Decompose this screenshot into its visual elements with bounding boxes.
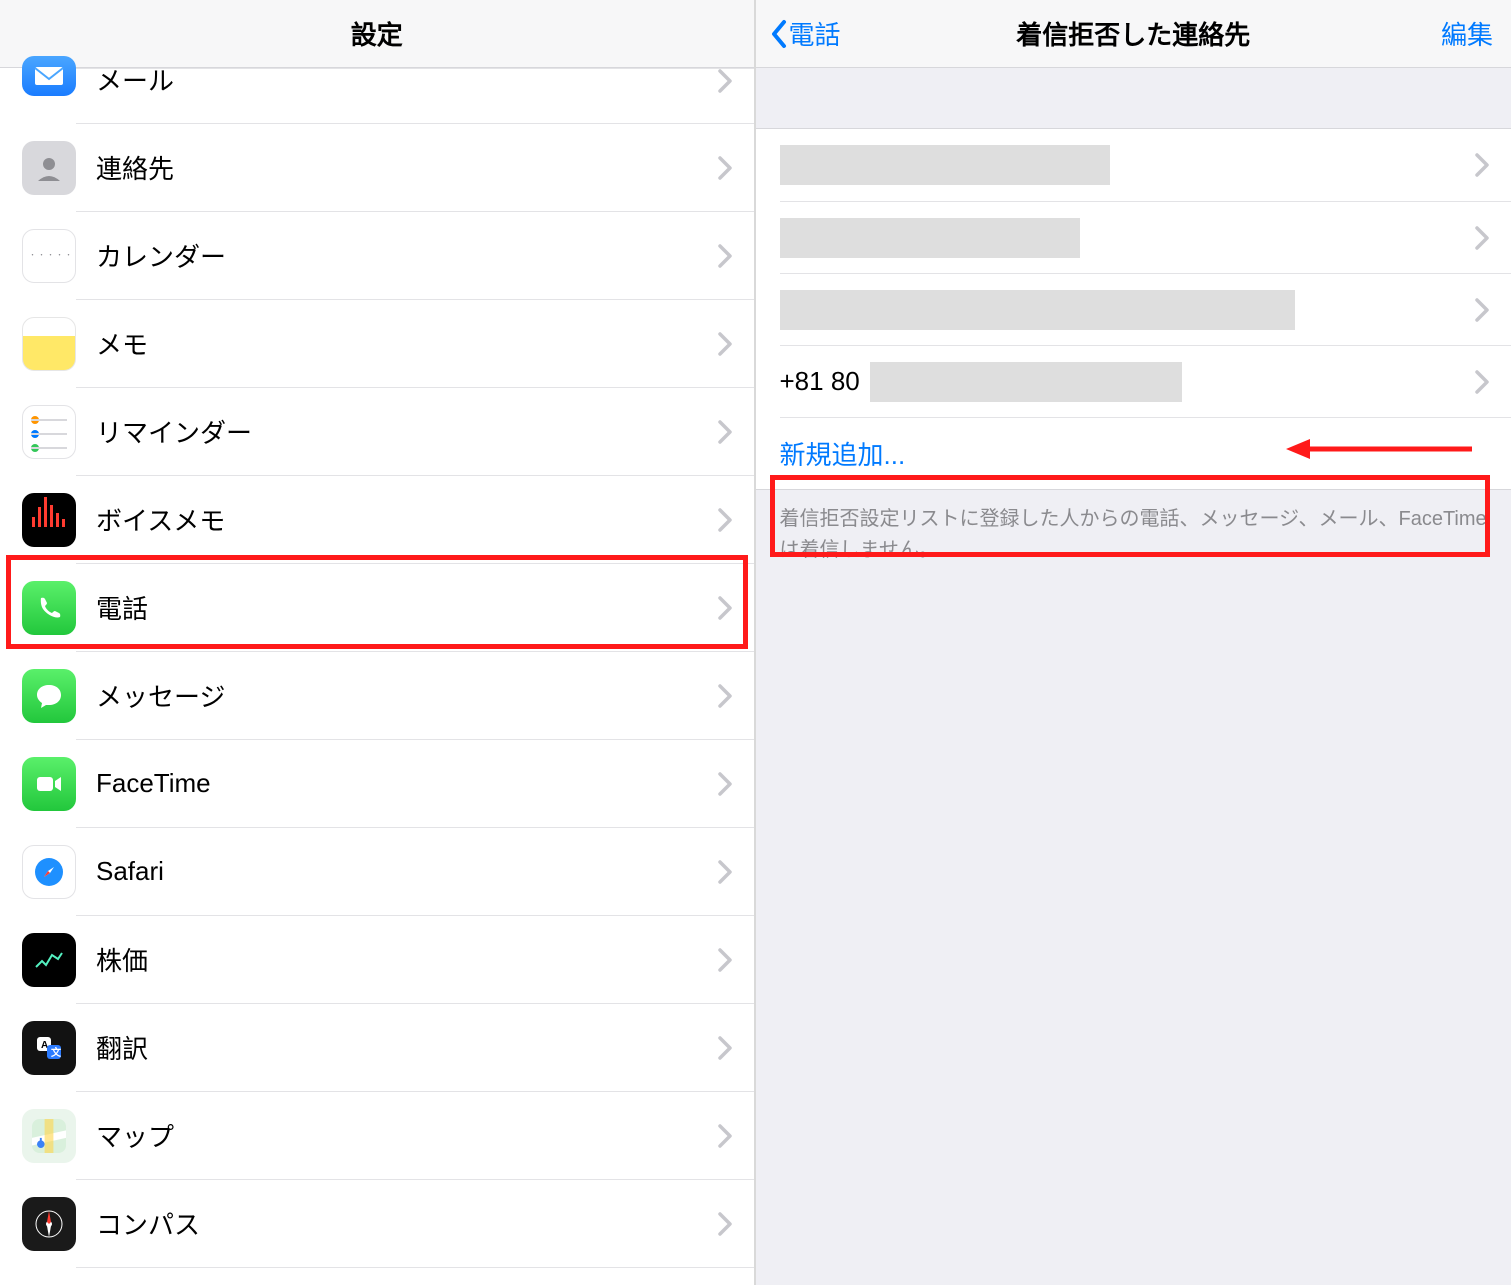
settings-row-messages[interactable]: メッセージ [0, 652, 754, 740]
settings-row-label: Safari [96, 856, 164, 887]
notes-icon [22, 317, 76, 371]
add-new-label: 新規追加... [780, 435, 906, 472]
settings-list: メール 連絡先 ・・・・・ カレンダー [0, 68, 754, 1268]
blocked-contact-row[interactable] [756, 129, 1511, 201]
settings-row-label: リマインダー [96, 413, 252, 450]
chevron-right-icon [718, 1212, 732, 1236]
blocked-contacts-panel: 電話 着信拒否した連絡先 編集 +81 80 [756, 0, 1511, 1285]
chevron-right-icon [718, 244, 732, 268]
maps-icon [22, 1109, 76, 1163]
settings-row-mail[interactable]: メール [0, 68, 754, 124]
stocks-icon [22, 933, 76, 987]
settings-row-label: カレンダー [96, 237, 226, 274]
chevron-right-icon [718, 156, 732, 180]
chevron-right-icon [1475, 226, 1489, 250]
blocked-list: +81 80 新規追加... [756, 128, 1511, 490]
chevron-right-icon [1475, 370, 1489, 394]
blocked-header: 電話 着信拒否した連絡先 編集 [756, 0, 1511, 68]
chevron-right-icon [718, 508, 732, 532]
blocked-contact-row[interactable]: +81 80 [780, 345, 1511, 417]
back-button[interactable]: 電話 [770, 0, 841, 67]
edit-button[interactable]: 編集 [1441, 0, 1493, 67]
chevron-right-icon [718, 772, 732, 796]
chevron-right-icon [718, 1036, 732, 1060]
settings-row-safari[interactable]: Safari [0, 828, 754, 916]
redacted-name [780, 218, 1080, 258]
chevron-right-icon [718, 596, 732, 620]
redacted-name [780, 145, 1110, 185]
settings-row-label: コンパス [96, 1205, 200, 1242]
redacted-name [780, 290, 1295, 330]
redacted-number [870, 362, 1182, 402]
settings-row-label: メッセージ [96, 677, 225, 714]
blocked-contact-row[interactable] [780, 201, 1511, 273]
chevron-right-icon [718, 1124, 732, 1148]
chevron-right-icon [1475, 298, 1489, 322]
settings-row-label: 株価 [96, 941, 148, 978]
safari-icon [22, 845, 76, 899]
voicememo-icon [22, 493, 76, 547]
blocked-title: 着信拒否した連絡先 [1016, 15, 1250, 52]
compass-icon [22, 1197, 76, 1251]
facetime-icon [22, 757, 76, 811]
blocked-contact-row[interactable] [780, 273, 1511, 345]
settings-row-calendar[interactable]: ・・・・・ カレンダー [0, 212, 754, 300]
contacts-icon [22, 141, 76, 195]
settings-row-voicememo[interactable]: ボイスメモ [0, 476, 754, 564]
chevron-right-icon [718, 332, 732, 356]
calendar-icon: ・・・・・ [22, 229, 76, 283]
messages-icon [22, 669, 76, 723]
settings-row-maps[interactable]: マップ [0, 1092, 754, 1180]
settings-row-compass[interactable]: コンパス [0, 1180, 754, 1268]
blocked-footer-note: 着信拒否設定リストに登録した人からの電話、メッセージ、メール、FaceTimeは… [756, 490, 1511, 566]
settings-row-label: 電話 [96, 589, 148, 626]
chevron-right-icon [718, 948, 732, 972]
settings-row-label: メモ [96, 325, 148, 362]
translate-icon: A文 [22, 1021, 76, 1075]
settings-row-label: ボイスメモ [96, 501, 225, 538]
settings-row-phone[interactable]: 電話 [0, 564, 754, 652]
chevron-right-icon [718, 860, 732, 884]
settings-row-translate[interactable]: A文 翻訳 [0, 1004, 754, 1092]
settings-row-label: FaceTime [96, 768, 211, 799]
settings-row-contacts[interactable]: 連絡先 [0, 124, 754, 212]
phone-icon [22, 581, 76, 635]
settings-panel: 設定 メール 連絡先 ・・・・・ [0, 0, 756, 1285]
settings-row-label: メール [96, 61, 174, 98]
settings-title: 設定 [351, 15, 403, 52]
chevron-right-icon [718, 684, 732, 708]
settings-row-stocks[interactable]: 株価 [0, 916, 754, 1004]
blocked-number-prefix: +81 80 [780, 366, 860, 397]
chevron-right-icon [718, 420, 732, 444]
settings-row-label: マップ [96, 1117, 174, 1154]
svg-text:文: 文 [51, 1046, 62, 1059]
chevron-right-icon [718, 69, 732, 93]
settings-row-label: 連絡先 [96, 149, 174, 186]
settings-row-reminders[interactable]: リマインダー [0, 388, 754, 476]
settings-row-label: 翻訳 [96, 1029, 148, 1066]
chevron-left-icon [770, 19, 788, 49]
settings-row-notes[interactable]: メモ [0, 300, 754, 388]
add-new-button[interactable]: 新規追加... [780, 417, 1511, 489]
reminders-icon [22, 405, 76, 459]
settings-row-facetime[interactable]: FaceTime [0, 740, 754, 828]
mail-icon [22, 56, 76, 96]
chevron-right-icon [1475, 153, 1489, 177]
settings-header: 設定 [0, 0, 754, 68]
back-label: 電話 [789, 15, 841, 52]
